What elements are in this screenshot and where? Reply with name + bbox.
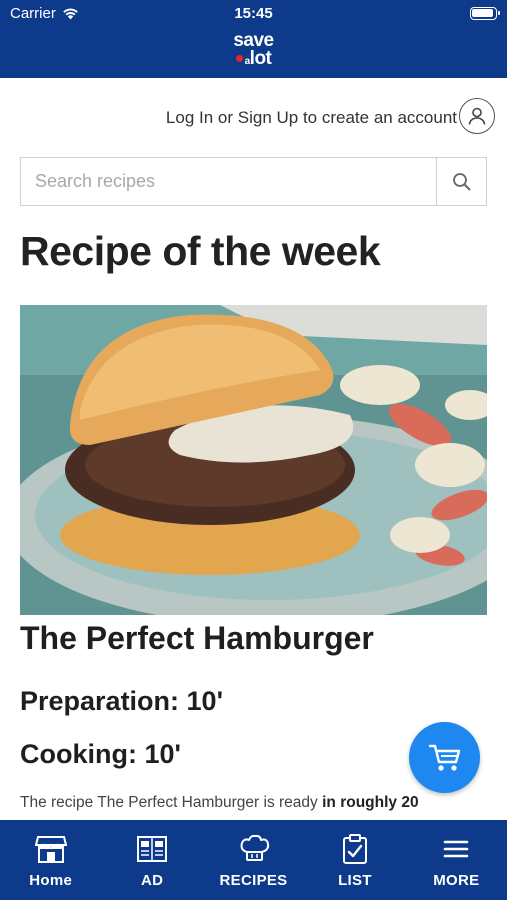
search-bar <box>20 157 487 206</box>
recipe-photo[interactable] <box>20 305 487 615</box>
recipe-name[interactable]: The Perfect Hamburger <box>20 620 374 657</box>
user-icon[interactable] <box>459 98 495 134</box>
cooking-time: Cooking: 10' <box>20 739 181 769</box>
nav-label-recipes: RECIPES <box>219 872 288 889</box>
nav-more[interactable]: MORE <box>406 820 507 900</box>
account-row: Log In or Sign Up to create an account <box>0 98 507 138</box>
app: Carrier 15:45 save alot Log In or Sign U… <box>0 0 507 900</box>
search-button[interactable] <box>436 158 486 205</box>
nav-label-more: MORE <box>433 872 480 889</box>
menu-icon <box>439 832 473 866</box>
nav-label-ad: AD <box>140 872 164 889</box>
cart-button[interactable] <box>409 722 480 793</box>
clock: 15:45 <box>234 5 273 22</box>
login-signup-link[interactable]: Log In or Sign Up to create an account <box>166 108 457 128</box>
cart-icon <box>428 744 460 771</box>
bottom-nav: Home AD RECIPES LIST MORE <box>0 820 507 900</box>
search-input[interactable] <box>21 158 436 205</box>
preparation-time: Preparation: 10' <box>20 686 223 716</box>
header-bar: Carrier 15:45 save alot <box>0 0 507 78</box>
chef-hat-icon <box>237 832 271 866</box>
nav-recipes[interactable]: RECIPES <box>203 820 304 900</box>
recipe-description: The recipe The Perfect Hamburger is read… <box>20 794 419 812</box>
battery-icon <box>470 7 500 20</box>
store-icon <box>34 832 68 866</box>
logo-lot: lot <box>249 48 272 69</box>
nav-ad[interactable]: AD <box>101 820 202 900</box>
clipboard-check-icon <box>338 832 372 866</box>
logo-dot <box>235 55 243 63</box>
nav-list[interactable]: LIST <box>304 820 405 900</box>
section-title: Recipe of the week <box>20 228 381 274</box>
logo-line2: alot <box>0 48 507 71</box>
search-icon <box>452 172 471 191</box>
nav-home[interactable]: Home <box>0 820 101 900</box>
status-bar: Carrier 15:45 <box>0 0 507 28</box>
flyer-icon <box>135 832 169 866</box>
nav-label-home: Home <box>29 872 73 889</box>
desc-text: The recipe The Perfect Hamburger is read… <box>20 794 323 811</box>
nav-label-list: LIST <box>338 872 372 889</box>
desc-bold: in roughly 20 <box>322 794 419 811</box>
save-a-lot-logo[interactable]: save alot <box>0 31 507 71</box>
